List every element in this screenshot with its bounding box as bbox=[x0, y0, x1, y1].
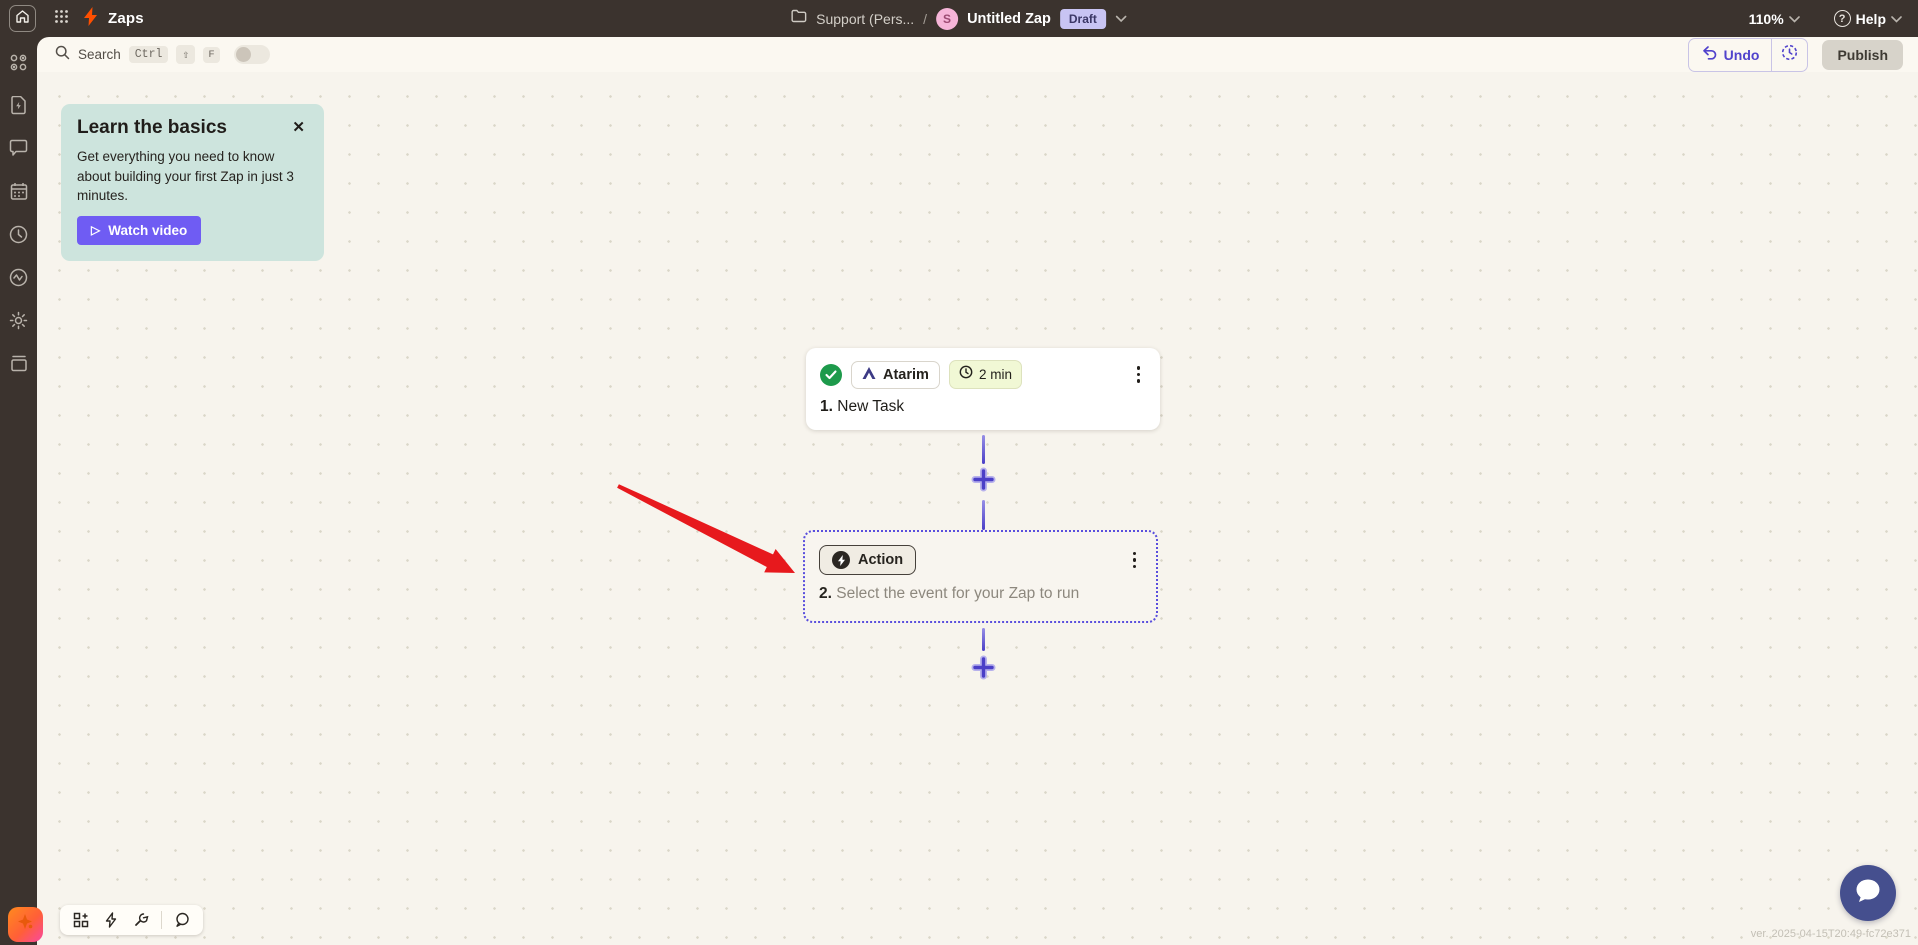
close-icon[interactable]: ✕ bbox=[289, 117, 308, 138]
step-title: New Task bbox=[837, 398, 904, 415]
add-step-button[interactable] bbox=[970, 656, 997, 683]
help-icon: ? bbox=[1834, 10, 1851, 27]
connector-line bbox=[982, 628, 985, 651]
sidebar-item-settings[interactable] bbox=[9, 310, 29, 330]
lightning-tool-button[interactable] bbox=[98, 907, 124, 933]
folder-icon bbox=[791, 9, 807, 28]
step-complete-check-icon bbox=[820, 364, 842, 386]
learn-basics-title: Learn the basics bbox=[77, 117, 227, 139]
watch-video-button[interactable]: ▷ Watch video bbox=[77, 216, 201, 245]
duration-pill[interactable]: 2 min bbox=[949, 360, 1022, 389]
step-card-action[interactable]: Action 2. Select the event for your Zap … bbox=[803, 530, 1158, 623]
app-name: Atarim bbox=[883, 367, 929, 383]
sidebar-item-zaps[interactable] bbox=[9, 52, 29, 72]
kebab-menu-icon[interactable] bbox=[1131, 362, 1147, 387]
search-filter-toggle[interactable] bbox=[234, 45, 270, 64]
duration-value: 2 min bbox=[979, 367, 1012, 382]
sidebar-item-archive[interactable] bbox=[9, 353, 29, 373]
app-pill-atarim[interactable]: Atarim bbox=[851, 361, 940, 389]
header-right: 110% ? Help bbox=[1749, 10, 1918, 28]
sidebar-item-templates[interactable] bbox=[9, 95, 29, 115]
learn-basics-body: Get everything you need to know about bu… bbox=[77, 147, 308, 206]
sidebar-nav bbox=[0, 52, 37, 373]
zap-owner-avatar: S bbox=[936, 8, 958, 30]
sidebar-item-tables[interactable] bbox=[9, 181, 29, 201]
add-node-button[interactable] bbox=[68, 907, 94, 933]
add-step-button[interactable] bbox=[970, 468, 997, 495]
kbd-ctrl: Ctrl bbox=[129, 46, 169, 63]
version-history-button[interactable] bbox=[1771, 39, 1807, 71]
breadcrumb-folder[interactable]: Support (Pers... bbox=[816, 11, 914, 27]
atarim-logo-icon bbox=[862, 366, 876, 384]
canvas-tools bbox=[60, 905, 203, 935]
editor-content: Search Ctrl ⇧ F Undo bbox=[37, 37, 1918, 945]
help-menu[interactable]: ? Help bbox=[1834, 10, 1902, 28]
undo-label: Undo bbox=[1724, 47, 1760, 63]
sidebar-item-activity[interactable] bbox=[9, 267, 29, 287]
breadcrumb: Support (Pers... / S Untitled Zap Draft bbox=[791, 0, 1127, 37]
connector-line bbox=[982, 435, 985, 464]
tools-wrench-button[interactable] bbox=[128, 907, 154, 933]
zap-title[interactable]: Untitled Zap bbox=[967, 11, 1051, 27]
editor-toolbar: Search Ctrl ⇧ F Undo bbox=[37, 37, 1918, 72]
sparkle-icon bbox=[16, 912, 36, 937]
home-icon bbox=[15, 9, 30, 29]
zap-editor: Zaps Support (Pers... / S Untitled Zap D… bbox=[0, 0, 1918, 945]
search-icon bbox=[55, 45, 70, 65]
learn-basics-card: Learn the basics ✕ Get everything you ne… bbox=[61, 104, 324, 261]
add-step-plus-icon bbox=[970, 466, 997, 498]
app-grid-button[interactable] bbox=[54, 9, 69, 29]
ai-assistant-button[interactable] bbox=[8, 907, 43, 942]
support-chat-button[interactable] bbox=[1840, 865, 1896, 921]
add-step-plus-icon bbox=[970, 654, 997, 686]
product-title: Zaps bbox=[108, 10, 144, 27]
sidebar-item-interfaces[interactable] bbox=[9, 138, 29, 158]
kbd-f: F bbox=[203, 47, 219, 63]
zap-canvas[interactable]: Learn the basics ✕ Get everything you ne… bbox=[37, 72, 1918, 945]
undo-button[interactable]: Undo bbox=[1689, 39, 1772, 71]
sidebar-item-history[interactable] bbox=[9, 224, 29, 244]
grid-dots-icon bbox=[54, 9, 69, 29]
watch-video-label: Watch video bbox=[108, 223, 187, 238]
play-icon: ▷ bbox=[91, 223, 100, 237]
step-number: 2. bbox=[819, 585, 832, 602]
step-card-trigger[interactable]: Atarim 2 min 1. New Task bbox=[806, 348, 1160, 430]
kebab-menu-icon[interactable] bbox=[1127, 548, 1143, 573]
chevron-down-icon bbox=[1789, 10, 1800, 28]
step2-title-row: 2. Select the event for your Zap to run bbox=[819, 585, 1142, 603]
search-label: Search bbox=[78, 47, 121, 62]
action-type-chip[interactable]: Action bbox=[819, 545, 916, 575]
shift-key-icon: ⇧ bbox=[176, 45, 195, 64]
breadcrumb-separator: / bbox=[923, 11, 927, 27]
draft-status-badge: Draft bbox=[1060, 9, 1106, 29]
action-chip-label: Action bbox=[858, 552, 903, 568]
action-bolt-icon bbox=[832, 551, 850, 569]
chevron-down-icon bbox=[1891, 10, 1902, 28]
zapier-bolt-icon bbox=[82, 7, 99, 31]
help-label: Help bbox=[1856, 11, 1886, 27]
step1-title-row: 1. New Task bbox=[820, 398, 1146, 416]
toolbar-right: Undo Publish bbox=[1688, 38, 1903, 72]
home-button[interactable] bbox=[9, 5, 36, 32]
step-number: 1. bbox=[820, 398, 833, 415]
zapier-logo bbox=[82, 7, 99, 31]
chat-bubble-icon bbox=[1853, 877, 1883, 910]
zoom-level-control[interactable]: 110% bbox=[1749, 10, 1800, 28]
toolbar-divider bbox=[161, 911, 162, 929]
top-header: Zaps Support (Pers... / S Untitled Zap D… bbox=[0, 0, 1918, 37]
zap-menu-chevron-icon[interactable] bbox=[1115, 10, 1127, 28]
publish-button[interactable]: Publish bbox=[1822, 40, 1903, 70]
toggle-knob bbox=[236, 47, 251, 62]
notes-button[interactable] bbox=[169, 907, 195, 933]
build-version: ver. 2025-04-15T20:49-fc72e371 bbox=[1751, 928, 1911, 940]
canvas-search[interactable]: Search Ctrl ⇧ F bbox=[55, 45, 270, 65]
connector-line bbox=[982, 500, 985, 530]
undo-icon bbox=[1701, 45, 1717, 65]
annotation-arrow bbox=[600, 470, 810, 590]
undo-group: Undo bbox=[1688, 38, 1809, 72]
step-placeholder: Select the event for your Zap to run bbox=[836, 585, 1079, 602]
clock-icon bbox=[959, 365, 973, 384]
zoom-level-value: 110% bbox=[1749, 11, 1784, 27]
history-timer-icon bbox=[1781, 44, 1798, 66]
